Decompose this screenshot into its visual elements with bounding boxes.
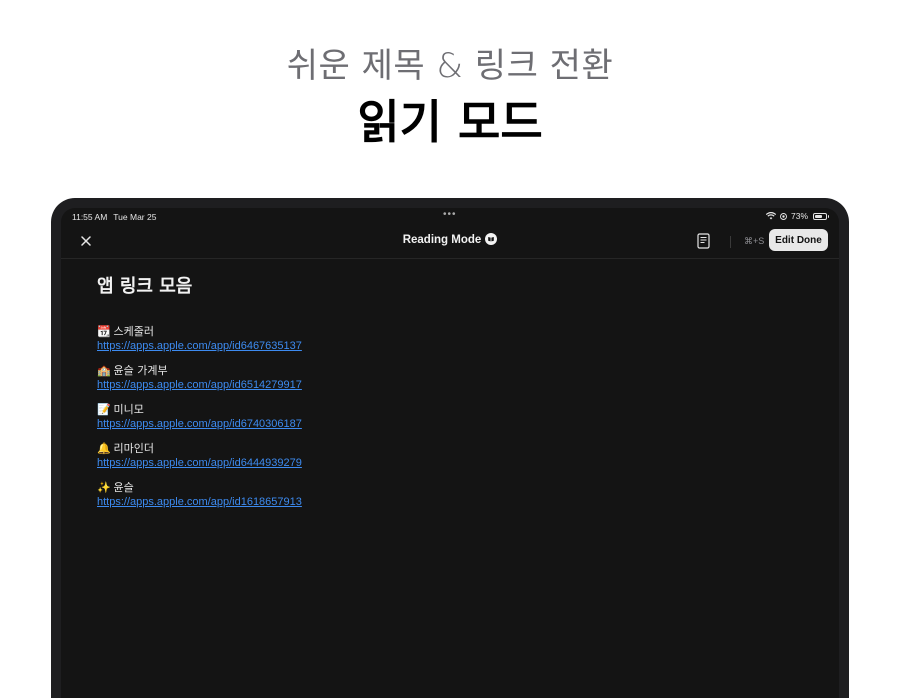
- document-title: 앱 링크 모음: [97, 276, 193, 297]
- reading-mode-screen: 11:55 AM Tue Mar 25 ••• 73% Reading Mode…: [61, 208, 839, 698]
- link-label: 🔔 리마인더: [97, 442, 819, 456]
- list-item: 🔔 리마인더 https://apps.apple.com/app/id6444…: [97, 442, 819, 470]
- calendar-icon: 📆: [97, 325, 111, 338]
- link-label-text: 리마인더: [113, 442, 154, 455]
- app-store-link[interactable]: https://apps.apple.com/app/id6467635137: [97, 339, 819, 353]
- ipad-frame: 11:55 AM Tue Mar 25 ••• 73% Reading Mode…: [51, 198, 849, 698]
- hero-title: 읽기 모드: [357, 95, 543, 149]
- link-label-text: 윤슬: [113, 481, 134, 494]
- link-label-text: 윤슬 가계부: [113, 364, 168, 377]
- keyboard-shortcut-hint: ⌘+S: [744, 236, 765, 246]
- battery-icon: [813, 212, 829, 220]
- link-label-text: 스케줄러: [113, 325, 154, 338]
- document-content: 앱 링크 모음 📆 스케줄러 https://apps.apple.com/ap…: [97, 272, 819, 520]
- status-date: Tue Mar 25: [113, 212, 157, 222]
- app-store-link[interactable]: https://apps.apple.com/app/id6740306187: [97, 417, 819, 431]
- hero-subtitle: 쉬운 제목 & 링크 전환: [286, 46, 614, 86]
- sparkles-icon: ✨: [97, 481, 111, 494]
- link-label: 📆 스케줄러: [97, 325, 819, 339]
- nav-title: Reading Mode: [61, 233, 839, 246]
- battery-percentage: 73%: [790, 211, 808, 221]
- nav-divider: [730, 236, 731, 248]
- list-item: 📝 미니모 https://apps.apple.com/app/id67403…: [97, 403, 819, 431]
- list-item: 🏫 윤슬 가계부 https://apps.apple.com/app/id65…: [97, 364, 819, 392]
- list-item: ✨ 윤슬 https://apps.apple.com/app/id161865…: [97, 481, 819, 509]
- location-icon: [780, 212, 787, 220]
- link-label: 🏫 윤슬 가계부: [97, 364, 819, 378]
- bell-icon: 🔔: [97, 442, 111, 455]
- link-label: 📝 미니모: [97, 403, 819, 417]
- link-label-text: 미니모: [113, 403, 144, 416]
- app-store-link[interactable]: https://apps.apple.com/app/id1618657913: [97, 495, 819, 509]
- app-store-link[interactable]: https://apps.apple.com/app/id6444939279: [97, 456, 819, 470]
- status-time: 11:55 AM Tue Mar 25: [72, 212, 156, 222]
- reading-mode-icon[interactable]: [485, 233, 498, 245]
- document-view-button[interactable]: [695, 232, 711, 250]
- status-clock: 11:55 AM: [72, 212, 108, 222]
- memo-icon: 📝: [97, 403, 111, 416]
- document-icon: [696, 233, 710, 249]
- nav-title-text: Reading Mode: [402, 234, 482, 246]
- battery-level-fill: [815, 214, 823, 218]
- edit-done-button[interactable]: Edit Done: [769, 229, 828, 251]
- list-item: 📆 스케줄러 https://apps.apple.com/app/id6467…: [97, 325, 819, 353]
- navigation-bar: Reading Mode ⌘+S Edit Done: [61, 224, 839, 259]
- status-bar: 11:55 AM Tue Mar 25 ••• 73%: [61, 208, 839, 224]
- multitasking-dots-icon[interactable]: •••: [443, 209, 457, 220]
- app-store-link[interactable]: https://apps.apple.com/app/id6514279917: [97, 378, 819, 392]
- school-icon: 🏫: [97, 364, 111, 377]
- link-label: ✨ 윤슬: [97, 481, 819, 495]
- status-indicators: 73%: [765, 211, 829, 221]
- wifi-icon: [765, 212, 776, 220]
